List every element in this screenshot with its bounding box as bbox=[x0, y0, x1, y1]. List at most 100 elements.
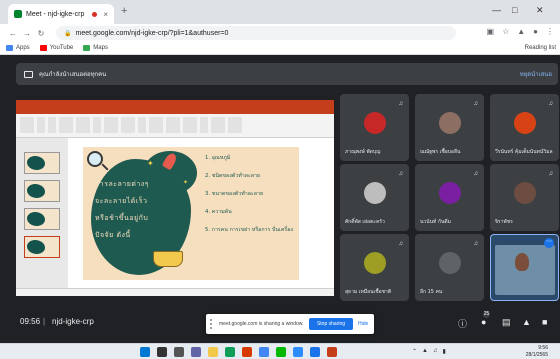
stop-presenting-button[interactable]: หยุดนำเสนอ bbox=[520, 69, 552, 79]
more-participants-tile[interactable]: ♫ อีก 15 คน bbox=[415, 234, 484, 301]
bookmark-star-icon[interactable]: ☆ bbox=[502, 27, 509, 36]
battery-icon[interactable]: ▮ bbox=[442, 348, 445, 355]
lock-icon: 🔒 bbox=[64, 30, 72, 37]
mic-off-icon: ♫ bbox=[548, 101, 554, 107]
participant-tile[interactable]: ♫ ศักดิ์พัส เย่อตะครัว bbox=[340, 164, 409, 231]
apps-icon bbox=[6, 45, 13, 51]
wifi-icon[interactable]: ▲ bbox=[422, 348, 428, 355]
task-view-icon[interactable] bbox=[174, 347, 184, 357]
people-icon[interactable]: ● 25 bbox=[481, 311, 490, 327]
chat-icon[interactable]: ▤ bbox=[502, 317, 511, 328]
profile-icon[interactable]: ● bbox=[533, 27, 538, 36]
factor-item: 3. ขนาดของตัวทำละลาย bbox=[205, 191, 264, 197]
volume-icon[interactable]: ♫ bbox=[433, 348, 438, 355]
avatar bbox=[514, 112, 536, 134]
participant-tile[interactable]: ♫ นวนันท์ กันดีม bbox=[415, 164, 484, 231]
app-icon[interactable] bbox=[310, 347, 320, 357]
slide-thumbnail bbox=[24, 180, 60, 202]
reload-icon[interactable]: ↻ bbox=[34, 29, 48, 38]
minimize-icon[interactable]: — bbox=[492, 5, 501, 15]
bookmark-apps[interactable]: Apps bbox=[6, 45, 30, 51]
participant-name: จิราพัชร bbox=[495, 219, 513, 225]
avatar bbox=[439, 182, 461, 204]
stop-sharing-button[interactable]: Stop sharing bbox=[309, 318, 353, 330]
edge-icon[interactable] bbox=[225, 347, 235, 357]
present-screen-icon bbox=[24, 70, 33, 78]
powerpoint-icon[interactable] bbox=[242, 347, 252, 357]
close-window-icon[interactable]: ✕ bbox=[536, 5, 544, 16]
meeting-info-icon[interactable]: ⓘ bbox=[458, 317, 467, 330]
url-input[interactable]: 🔒 meet.google.com/njd-igke-crp/?pli=1&au… bbox=[56, 26, 456, 40]
address-bar-row: ← → ↻ 🔒 meet.google.com/njd-igke-crp/?pl… bbox=[0, 24, 560, 42]
presenting-banner: คุณกำลังนำเสนอต่อทุกคน หยุดนำเสนอ bbox=[16, 63, 558, 85]
factor-item: 4. ความดัน bbox=[205, 209, 232, 215]
participant-tile[interactable]: ♫ สุธาม เหมือนเชื้อชาติ bbox=[340, 234, 409, 301]
meeting-time: 09:56 bbox=[20, 317, 41, 326]
line-icon[interactable] bbox=[276, 347, 286, 357]
file-explorer-icon[interactable] bbox=[208, 347, 218, 357]
avatar bbox=[439, 252, 461, 274]
avatar bbox=[364, 112, 386, 134]
slide-title-line: ปัจจัย ดังนี้ bbox=[95, 231, 131, 239]
search-icon[interactable] bbox=[157, 347, 167, 357]
bookmark-label: Maps bbox=[93, 45, 108, 51]
factor-item: 5. การคน การเขย่า หรือการ ปั่นเครื่อง bbox=[205, 227, 294, 233]
participant-tile[interactable]: ♫ วีรนันทร์ คุ้มเต็มนันทน์วิมล bbox=[490, 94, 559, 161]
tab-close-icon[interactable]: × bbox=[103, 10, 108, 19]
forward-icon[interactable]: → bbox=[20, 29, 34, 38]
participant-tile[interactable]: ♫ จิราพัชร bbox=[490, 164, 559, 231]
browser-tab-bar: Meet - njd-igke-crp × + — □ ✕ bbox=[0, 0, 560, 24]
ppt-titlebar bbox=[16, 100, 334, 108]
participant-name: นวนันท์ กันดีม bbox=[420, 219, 451, 225]
mic-off-icon: ♫ bbox=[398, 171, 404, 177]
drag-handle[interactable] bbox=[210, 319, 215, 329]
participant-tile[interactable]: ♫ ภาณุพงษ์ พัดบุญ bbox=[340, 94, 409, 161]
back-icon[interactable]: ← bbox=[6, 29, 20, 38]
participant-name: ณณัฐพร เชื้อบอลีน bbox=[420, 149, 461, 155]
ppt-ribbon bbox=[16, 114, 334, 138]
sharing-text: meet.google.com is sharing a window. bbox=[219, 321, 304, 327]
avatar bbox=[364, 252, 386, 274]
mic-off-icon: ♫ bbox=[398, 241, 404, 247]
start-icon[interactable] bbox=[140, 347, 150, 357]
avatar bbox=[364, 182, 386, 204]
ppt-statusbar bbox=[16, 288, 334, 296]
book-icon bbox=[153, 251, 183, 267]
extensions-icon[interactable]: ▲ bbox=[517, 27, 525, 36]
slide-title-line: จะละลายได้เร็ว bbox=[95, 197, 148, 205]
more-participants-label: อีก 15 คน bbox=[420, 289, 443, 295]
app-icon[interactable] bbox=[327, 347, 337, 357]
browser-tab[interactable]: Meet - njd-igke-crp × bbox=[8, 4, 114, 24]
host-controls-icon[interactable]: ■ bbox=[542, 317, 547, 327]
hide-button[interactable]: Hide bbox=[358, 321, 368, 327]
youtube-icon bbox=[39, 45, 47, 51]
new-tab-button[interactable]: + bbox=[121, 5, 127, 17]
mic-off-icon: ♫ bbox=[548, 171, 554, 177]
taskbar: ⌃ ▲ ♫ ▮ 9:56 28/1/2565 bbox=[0, 343, 560, 359]
mic-off-icon: ♫ bbox=[473, 101, 479, 107]
bookmark-maps[interactable]: Maps bbox=[83, 45, 108, 51]
clock-time: 9:56 bbox=[538, 345, 548, 351]
more-options-icon[interactable]: ⋯ bbox=[544, 238, 554, 248]
menu-icon[interactable]: ⋮ bbox=[546, 27, 554, 36]
maximize-icon[interactable]: □ bbox=[512, 5, 517, 15]
mic-off-icon: ♫ bbox=[398, 101, 404, 107]
reading-list[interactable]: Reading list bbox=[525, 45, 556, 51]
magnifier-icon bbox=[87, 151, 103, 167]
zoom-icon[interactable] bbox=[293, 347, 303, 357]
clock-date: 28/1/2565 bbox=[525, 352, 548, 358]
activities-icon[interactable]: ▲ bbox=[522, 317, 531, 327]
participant-tile[interactable]: ♫ ณณัฐพร เชื้อบอลีน bbox=[415, 94, 484, 161]
chrome-icon[interactable] bbox=[259, 347, 269, 357]
banner-text: คุณกำลังนำเสนอต่อทุกคน bbox=[39, 72, 107, 78]
tray-chevron-icon[interactable]: ⌃ bbox=[412, 348, 417, 355]
slide-thumbnail bbox=[24, 152, 60, 174]
meet-favicon-icon bbox=[14, 10, 22, 18]
bookmark-youtube[interactable]: YouTube bbox=[39, 45, 73, 51]
slide-factor-list: 1. อุณหภูมิ 2. ชนิดของตัวทำละลาย 3. ขนาด… bbox=[205, 155, 297, 245]
participant-name: สุธาม เหมือนเชื้อชาติ bbox=[345, 289, 392, 295]
self-video-tile[interactable]: ⋯ bbox=[490, 234, 559, 301]
camera-permission-icon[interactable]: ▣ bbox=[487, 27, 495, 36]
system-clock[interactable]: 9:56 28/1/2565 bbox=[526, 345, 548, 359]
widgets-icon[interactable] bbox=[191, 347, 201, 357]
